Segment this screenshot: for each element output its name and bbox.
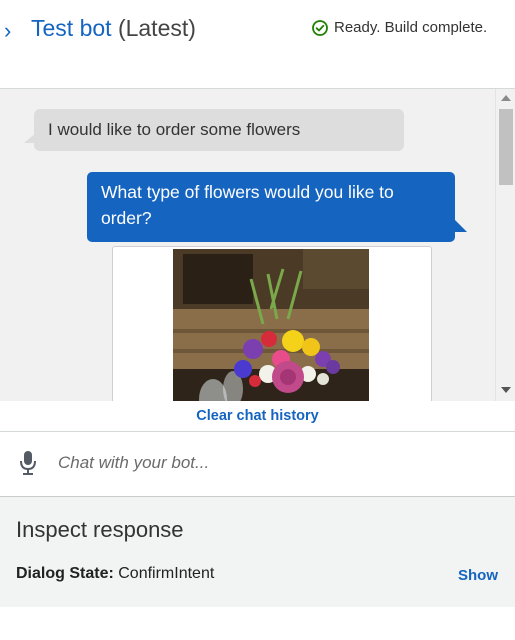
clear-chat-history-link[interactable]: Clear chat history [196,408,319,424]
bot-message: What type of flowers would you like to o… [87,172,467,242]
microphone-icon[interactable] [19,450,37,476]
scroll-down-arrow-icon[interactable] [501,387,511,393]
bot-message-text: What type of flowers would you like to o… [101,182,394,228]
response-card [112,246,432,401]
dialog-state-label: Dialog State: [16,565,114,582]
scrollbar-thumb[interactable] [499,109,513,185]
chat-transcript: I would like to order some flowers What … [0,89,515,401]
inspect-response-heading: Inspect response [16,517,184,542]
user-message-text: I would like to order some flowers [48,120,301,139]
dialog-state-value: ConfirmIntent [118,565,215,582]
scroll-up-arrow-icon[interactable] [501,95,511,101]
chat-input-row [0,432,515,497]
flower-bouquet-photo [173,249,369,401]
clear-chat-bar: Clear chat history [0,401,515,432]
status-text: Ready. Build complete. [334,19,488,36]
check-circle-icon [312,19,328,36]
dialog-state: Dialog State: ConfirmIntent [16,565,214,583]
version-label: (Latest) [117,15,196,41]
bubble-tail [455,220,467,232]
build-status: Ready. Build complete. [312,19,487,36]
bubble-tail [24,133,36,143]
chevron-right-icon[interactable]: › [4,18,11,44]
test-bot-header: › Test bot (Latest) Ready. Build complet… [0,0,515,89]
user-message: I would like to order some flowers [24,109,404,151]
inspect-response-panel: Inspect response Dialog State: ConfirmIn… [0,497,515,607]
panel-title: Test bot (Latest) [31,15,196,42]
chat-scrollbar[interactable] [495,89,515,401]
show-link[interactable]: Show [458,567,498,584]
chat-input[interactable] [52,448,504,478]
bot-name: Test bot [31,15,112,41]
